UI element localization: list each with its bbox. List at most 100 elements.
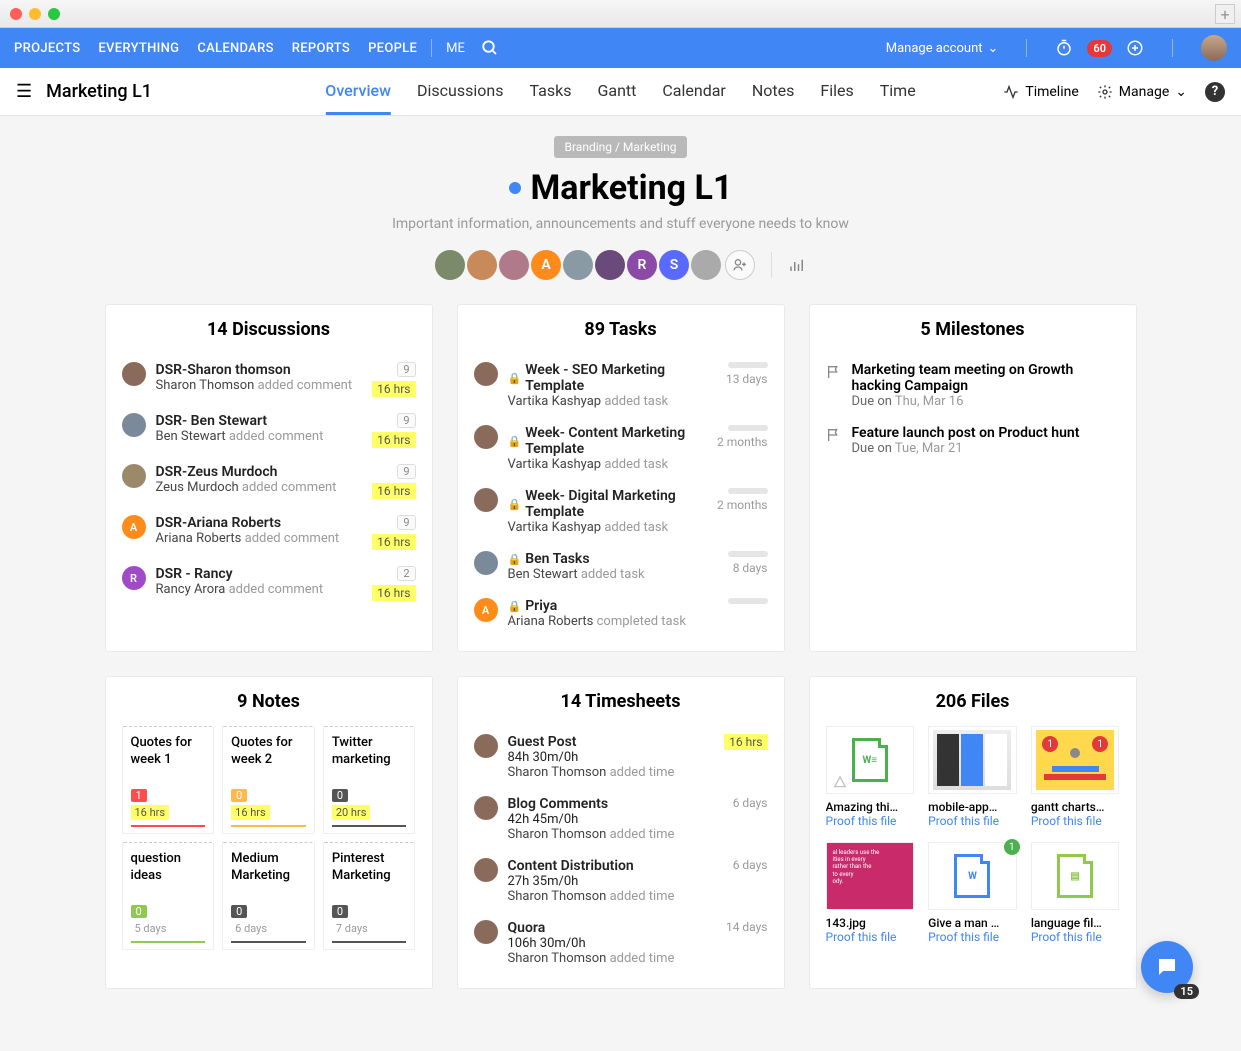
timesheet-sub: Sharon Thomson added time <box>508 827 723 842</box>
note-item[interactable]: question ideas 0 5 days <box>122 842 215 950</box>
tab-overview[interactable]: Overview <box>325 69 391 115</box>
manage-dropdown[interactable]: Manage ⌄ <box>1097 84 1187 100</box>
minimize-window-button[interactable] <box>29 8 41 20</box>
user-avatar[interactable] <box>1201 35 1227 61</box>
member-avatar[interactable] <box>563 250 593 280</box>
tab-notes[interactable]: Notes <box>752 69 795 115</box>
file-item[interactable]: 1W Give a man … Proof this file <box>928 842 1017 944</box>
progress-bar <box>728 425 768 431</box>
add-icon[interactable] <box>1126 39 1144 57</box>
file-item[interactable]: W≡ Amazing thi… Proof this file <box>826 726 915 828</box>
manage-label: Manage <box>1119 84 1169 100</box>
avatar <box>474 920 498 944</box>
milestone-item[interactable]: Marketing team meeting on Growth hacking… <box>826 354 1120 417</box>
activity-icon <box>1003 84 1019 100</box>
discussions-title: 14 Discussions <box>122 319 416 340</box>
discussion-item[interactable]: A DSR-Ariana Roberts Ariana Roberts adde… <box>122 507 416 558</box>
note-item[interactable]: Medium Marketing 0 6 days <box>222 842 315 950</box>
discussion-item[interactable]: R DSR - Rancy Rancy Arora added comment … <box>122 558 416 609</box>
nav-me[interactable]: ME <box>446 41 465 56</box>
note-time: 5 days <box>131 921 206 936</box>
file-item[interactable]: al leaders use theities in everyrather t… <box>826 842 915 944</box>
chevron-down-icon: ⌄ <box>988 41 999 56</box>
tab-gantt[interactable]: Gantt <box>597 69 636 115</box>
member-avatar[interactable] <box>435 250 465 280</box>
notification-badge[interactable]: 60 <box>1087 40 1112 57</box>
nav-projects[interactable]: PROJECTS <box>14 41 80 56</box>
note-item[interactable]: Pinterest Marketing 0 7 days <box>323 842 416 950</box>
timesheet-item[interactable]: Quora 106h 30m/0h Sharon Thomson added t… <box>474 912 768 974</box>
add-member-button[interactable] <box>725 250 755 280</box>
member-avatar[interactable] <box>595 250 625 280</box>
file-item[interactable]: mobile-app… Proof this file <box>928 726 1017 828</box>
proof-file-link[interactable]: Proof this file <box>928 814 1017 828</box>
file-item[interactable]: ▤ language fil… Proof this file <box>1031 842 1120 944</box>
file-thumbnail: 1W <box>928 842 1017 910</box>
tab-tasks[interactable]: Tasks <box>529 69 571 115</box>
file-name: mobile-app… <box>928 800 1017 814</box>
task-item[interactable]: 🔒Week- Content Marketing Template Vartik… <box>474 417 768 480</box>
discussion-item[interactable]: DSR- Ben Stewart Ben Stewart added comme… <box>122 405 416 456</box>
note-item[interactable]: Twitter marketing 0 20 hrs <box>323 726 416 834</box>
close-window-button[interactable] <box>10 8 22 20</box>
nav-calendars[interactable]: CALENDARS <box>197 41 273 56</box>
activity-chart-icon[interactable] <box>788 256 806 274</box>
task-item[interactable]: 🔒Ben Tasks Ben Stewart added task 8 days <box>474 543 768 590</box>
member-avatar[interactable] <box>691 250 721 280</box>
note-item[interactable]: Quotes for week 2 0 16 hrs <box>222 726 315 834</box>
proof-file-link[interactable]: Proof this file <box>826 930 915 944</box>
timesheet-item[interactable]: Guest Post 84h 30m/0h Sharon Thomson add… <box>474 726 768 788</box>
member-avatar[interactable]: R <box>627 250 657 280</box>
timesheet-item[interactable]: Content Distribution 27h 35m/0h Sharon T… <box>474 850 768 912</box>
progress-bar <box>728 551 768 557</box>
note-item[interactable]: Quotes for week 1 1 16 hrs <box>122 726 215 834</box>
manage-account-dropdown[interactable]: Manage account ⌄ <box>886 41 999 56</box>
task-item[interactable]: 🔒Week- Digital Marketing Template Vartik… <box>474 480 768 543</box>
tab-calendar[interactable]: Calendar <box>662 69 725 115</box>
proof-file-link[interactable]: Proof this file <box>826 814 915 828</box>
task-item[interactable]: A 🔒Priya Ariana Roberts completed task <box>474 590 768 637</box>
breadcrumb[interactable]: Branding / Marketing <box>554 136 686 158</box>
member-avatar[interactable]: A <box>531 250 561 280</box>
tab-discussions[interactable]: Discussions <box>417 69 503 115</box>
nav-reports[interactable]: REPORTS <box>292 41 350 56</box>
hamburger-icon[interactable]: ☰ <box>16 81 32 102</box>
discussion-title: DSR-Zeus Murdoch <box>156 464 363 480</box>
nav-separator <box>1026 39 1027 57</box>
chat-fab[interactable]: 15 <box>1141 941 1193 993</box>
discussion-item[interactable]: DSR-Sharon thomson Sharon Thomson added … <box>122 354 416 405</box>
timer-icon[interactable] <box>1055 39 1073 57</box>
note-time: 7 days <box>332 921 407 936</box>
discussion-item[interactable]: DSR-Zeus Murdoch Zeus Murdoch added comm… <box>122 456 416 507</box>
help-icon[interactable]: ? <box>1205 82 1225 102</box>
timeline-button[interactable]: Timeline <box>1003 84 1078 100</box>
separator <box>771 252 772 278</box>
maximize-window-button[interactable] <box>48 8 60 20</box>
proof-file-link[interactable]: Proof this file <box>1031 930 1120 944</box>
nav-everything[interactable]: EVERYTHING <box>98 41 179 56</box>
milestone-item[interactable]: Feature launch post on Product hunt Due … <box>826 417 1120 464</box>
tab-time[interactable]: Time <box>880 69 916 115</box>
proof-file-link[interactable]: Proof this file <box>1031 814 1120 828</box>
new-tab-button[interactable]: + <box>1215 4 1235 24</box>
avatar: A <box>474 598 498 622</box>
member-avatar[interactable] <box>467 250 497 280</box>
progress-bar <box>728 362 768 368</box>
tab-files[interactable]: Files <box>820 69 853 115</box>
time-ago: 2 months <box>717 435 767 449</box>
milestones-card: 5 Milestones Marketing team meeting on G… <box>809 304 1137 652</box>
search-icon[interactable] <box>481 39 499 57</box>
member-avatar[interactable]: S <box>659 250 689 280</box>
adobe-icon <box>833 775 847 789</box>
progress-bar <box>728 598 768 604</box>
proof-file-link[interactable]: Proof this file <box>928 930 1017 944</box>
timesheet-sub: Sharon Thomson added time <box>508 951 716 966</box>
member-avatar[interactable] <box>499 250 529 280</box>
task-item[interactable]: 🔒Week - SEO Marketing Template Vartika K… <box>474 354 768 417</box>
discussion-title: DSR-Ariana Roberts <box>156 515 363 531</box>
nav-right: Manage account ⌄ 60 <box>886 35 1227 61</box>
file-item[interactable]: 11 gantt charts… Proof this file <box>1031 726 1120 828</box>
timesheet-item[interactable]: Blog Comments 42h 45m/0h Sharon Thomson … <box>474 788 768 850</box>
timesheet-hours: 106h 30m/0h <box>508 936 716 951</box>
nav-people[interactable]: PEOPLE <box>368 41 417 56</box>
